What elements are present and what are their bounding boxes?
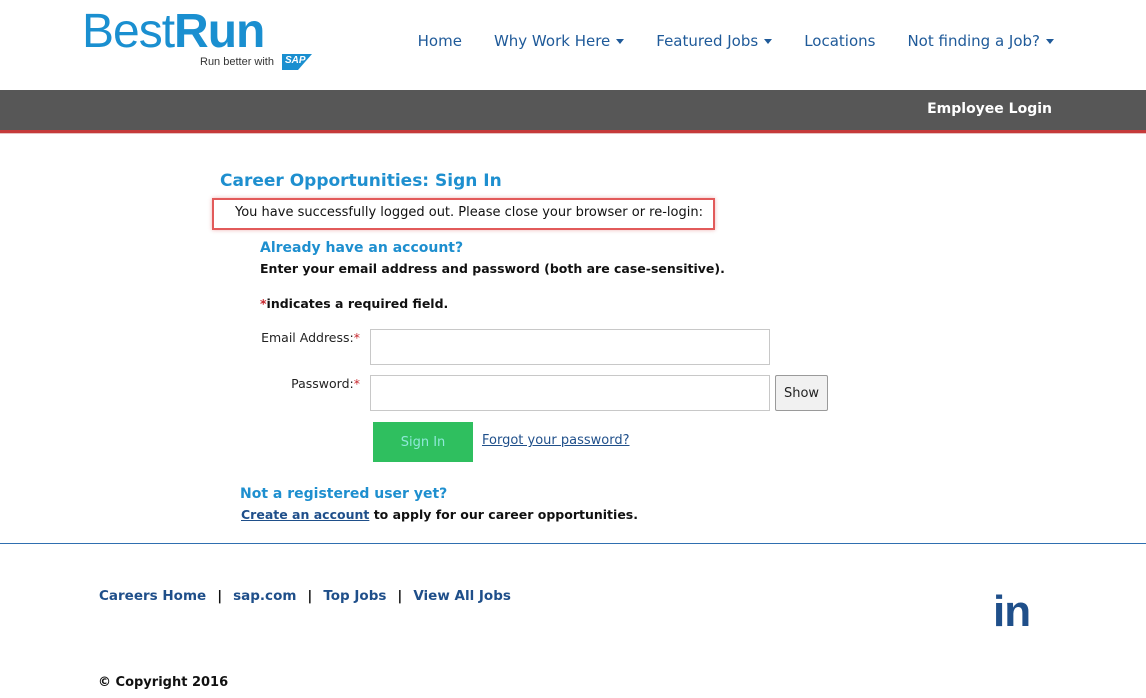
password-input[interactable] xyxy=(370,375,770,411)
create-account-link[interactable]: Create an account xyxy=(241,507,369,522)
required-text: indicates a required field. xyxy=(266,296,449,311)
password-label: Password:* xyxy=(291,376,360,391)
linkedin-icon[interactable]: in xyxy=(993,590,1031,634)
logout-message: You have successfully logged out. Please… xyxy=(235,205,703,220)
nav-why-work-here-label: Why Work Here xyxy=(493,32,611,50)
nav-featured-jobs-label: Featured Jobs xyxy=(656,32,759,50)
site-header: BestRun Run better with SAP Home Why Wor… xyxy=(0,0,1146,90)
footer-separator: | xyxy=(397,588,403,604)
nav-why-work-here[interactable]: Why Work Here xyxy=(478,32,640,50)
footer-divider xyxy=(0,543,1146,544)
footer-link-view-all-jobs[interactable]: View All Jobs xyxy=(413,588,511,604)
footer-separator: | xyxy=(307,588,313,604)
email-required-star: * xyxy=(353,330,360,345)
nav-not-finding-job-label: Not finding a Job? xyxy=(907,32,1040,50)
footer-link-careers-home[interactable]: Careers Home xyxy=(99,588,206,604)
nav-featured-jobs[interactable]: Featured Jobs xyxy=(640,32,788,50)
logo-run: Run xyxy=(174,5,265,58)
password-label-text: Password: xyxy=(291,376,354,391)
password-required-star: * xyxy=(353,376,360,391)
enter-instructions: Enter your email address and password (b… xyxy=(260,261,725,276)
caret-down-icon xyxy=(616,38,625,44)
show-password-button[interactable]: Show xyxy=(775,375,828,411)
create-account-line: Create an account to apply for our caree… xyxy=(241,507,638,522)
email-input[interactable] xyxy=(370,329,770,365)
nav-locations-label: Locations xyxy=(804,32,876,50)
page-title: Career Opportunities: Sign In xyxy=(220,171,502,191)
main-nav: Home Why Work Here Featured Jobs Locatio… xyxy=(402,32,1054,50)
nav-not-finding-job[interactable]: Not finding a Job? xyxy=(891,32,1054,50)
footer-link-top-jobs[interactable]: Top Jobs xyxy=(323,588,386,604)
caret-down-icon xyxy=(1046,38,1054,44)
copyright: © Copyright 2016 xyxy=(98,675,229,690)
already-account-heading: Already have an account? xyxy=(260,240,464,256)
employee-login-link[interactable]: Employee Login xyxy=(927,101,1052,117)
nav-home-label: Home xyxy=(417,32,462,50)
footer-links: Careers Home | sap.com | Top Jobs | View… xyxy=(99,588,511,604)
required-field-note: *indicates a required field. xyxy=(260,296,448,311)
sign-in-button[interactable]: Sign In xyxy=(373,422,473,462)
email-label-text: Email Address: xyxy=(261,330,354,345)
footer-separator: | xyxy=(217,588,223,604)
nav-home[interactable]: Home xyxy=(402,32,478,50)
not-registered-heading: Not a registered user yet? xyxy=(240,486,448,502)
logo-wordmark: BestRun xyxy=(82,4,265,60)
footer-link-sap[interactable]: sap.com xyxy=(233,588,296,604)
forgot-password-link[interactable]: Forgot your password? xyxy=(482,433,630,448)
logo-best: Best xyxy=(82,5,175,58)
email-label: Email Address:* xyxy=(261,330,360,345)
nav-locations[interactable]: Locations xyxy=(788,32,891,50)
utility-bar-underline xyxy=(0,133,1146,134)
caret-down-icon xyxy=(764,38,773,44)
sap-logo-text: SAP xyxy=(285,55,306,66)
create-account-text: to apply for our career opportunities. xyxy=(369,507,638,522)
bestrun-logo[interactable]: BestRun Run better with SAP xyxy=(82,4,318,74)
logo-tagline: Run better with xyxy=(200,56,274,68)
sap-logo-icon: SAP xyxy=(282,54,312,70)
